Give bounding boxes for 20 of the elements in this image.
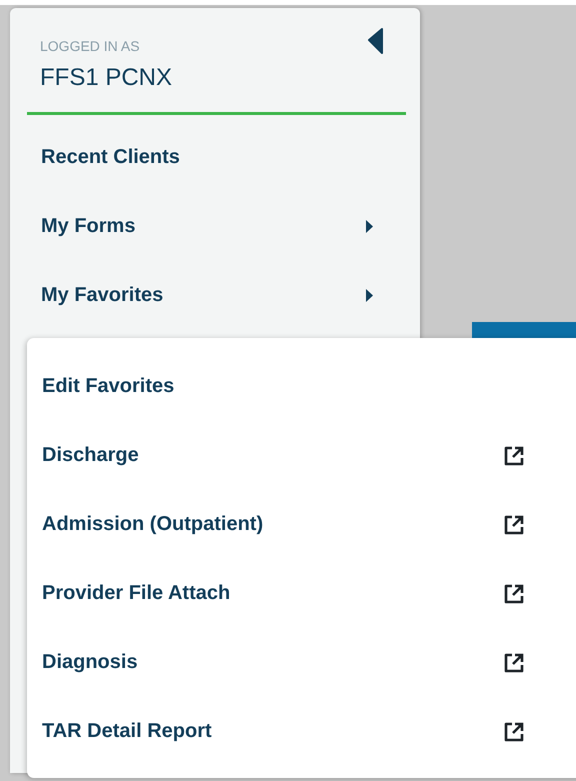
menu-item[interactable]: TAR Detail Report: [27, 697, 576, 766]
sidebar-item[interactable]: Recent Clients: [10, 123, 420, 192]
menu-item[interactable]: Edit Favorites: [27, 352, 576, 421]
menu-item[interactable]: Diagnosis: [27, 628, 576, 697]
caret-icon: [365, 288, 374, 303]
sidebar-item[interactable]: My Forms: [10, 192, 420, 261]
menu-item[interactable]: Discharge: [27, 421, 576, 490]
external-link-icon: [502, 512, 526, 536]
external-link-icon: [502, 444, 526, 468]
menu-item[interactable]: Admission (Outpatient): [27, 490, 576, 559]
menu-item[interactable]: Provider File Attach: [27, 559, 576, 628]
caret-icon: [365, 219, 374, 234]
sidebar-item[interactable]: My Favorites: [10, 261, 420, 330]
external-link-icon: [502, 720, 526, 744]
collapse-icon: [366, 28, 384, 54]
external-link-icon: [502, 650, 526, 674]
user-name: FFS1 PCNX: [40, 64, 172, 92]
external-link-icon: [502, 582, 526, 606]
collapse-button[interactable]: [366, 28, 384, 54]
logged-in-label: LOGGED IN AS: [40, 38, 140, 54]
